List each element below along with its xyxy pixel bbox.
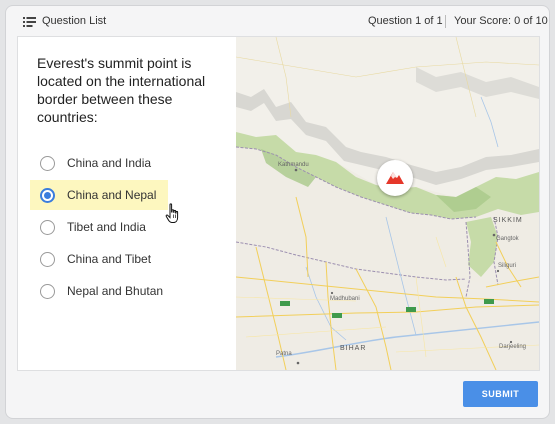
map-image <box>236 37 539 370</box>
hand-pointer-icon <box>165 203 179 223</box>
map-label-madhubani: Madhubani <box>330 296 360 302</box>
score-display: Your Score: 0 of 10 <box>454 15 548 27</box>
submit-button[interactable]: SUBMIT <box>463 381 538 407</box>
answer-option-selected[interactable]: China and Nepal <box>30 180 168 210</box>
summit-marker[interactable] <box>377 160 413 196</box>
question-text: Everest's summit point is located on the… <box>37 55 206 125</box>
radio-button[interactable] <box>40 251 55 267</box>
map-label-kathmandu: Kathmandu <box>278 162 309 168</box>
radio-button[interactable] <box>40 155 55 171</box>
answer-label: Nepal and Bhutan <box>67 284 164 298</box>
question-card: Everest's summit point is located on the… <box>18 37 539 370</box>
quiz-window: Question List Question 1 of 1 Your Score… <box>6 6 549 418</box>
answer-label: China and Tibet <box>67 252 152 266</box>
map-label-siliguri: Siliguri <box>498 263 517 269</box>
answer-option[interactable]: Nepal and Bhutan <box>30 276 163 306</box>
answer-label: China and Nepal <box>67 188 157 202</box>
map-label-patna: Patna <box>276 351 292 357</box>
map-panel[interactable]: Kathmandu SIKKIM Gangtok Madhubani BIHAR… <box>236 37 539 370</box>
radio-button-checked[interactable] <box>40 187 55 203</box>
radio-button[interactable] <box>40 283 55 299</box>
map-label-bihar: BIHAR <box>340 345 367 352</box>
question-list-link[interactable]: Question List <box>42 15 106 27</box>
answer-option[interactable]: Tibet and India <box>30 212 146 242</box>
map-label-darjeeling: Darjeeling <box>499 344 527 350</box>
list-icon[interactable] <box>23 17 36 27</box>
radio-button[interactable] <box>40 219 55 235</box>
answer-label: Tibet and India <box>67 220 146 234</box>
top-bar: Question List Question 1 of 1 Your Score… <box>6 6 549 36</box>
answer-option[interactable]: China and Tibet <box>30 244 151 274</box>
question-counter: Question 1 of 1 <box>368 15 443 27</box>
header-divider <box>445 15 446 28</box>
mountain-peak-icon <box>386 172 404 184</box>
map-label-sikkim: SIKKIM <box>493 217 523 224</box>
answer-option[interactable]: China and India <box>30 148 151 178</box>
answer-label: China and India <box>67 156 152 170</box>
map-label-gangtok: Gangtok <box>496 236 519 242</box>
